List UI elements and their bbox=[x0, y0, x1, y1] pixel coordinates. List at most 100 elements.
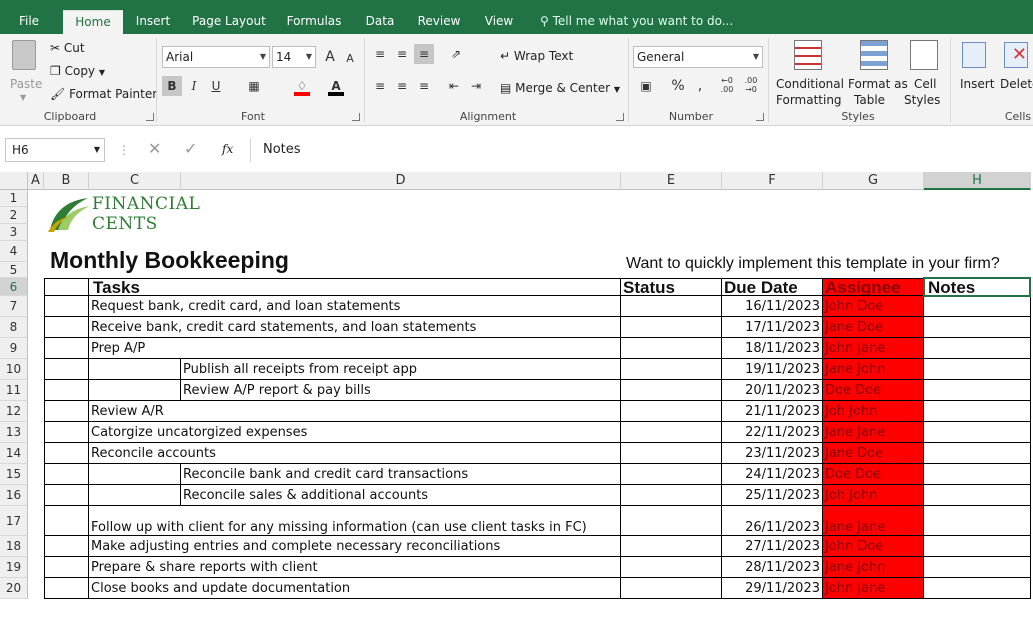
assignee-header[interactable]: Assignee bbox=[823, 278, 924, 296]
notes-cell[interactable] bbox=[924, 443, 1031, 464]
font-name-select[interactable]: Arial ▼ bbox=[162, 46, 270, 68]
row-blank-cell[interactable] bbox=[44, 422, 89, 443]
row-header-13[interactable]: 13 bbox=[0, 422, 28, 443]
fill-color-button[interactable]: ♢ bbox=[292, 76, 312, 96]
assignee-cell[interactable]: Jane Jane bbox=[823, 506, 924, 536]
bold-button[interactable]: B bbox=[162, 76, 182, 96]
tab-insert[interactable]: Insert bbox=[130, 10, 176, 34]
notes-cell[interactable] bbox=[924, 317, 1031, 338]
assignee-cell[interactable]: Jane Doe bbox=[823, 317, 924, 338]
column-header-b[interactable]: B bbox=[44, 172, 89, 190]
cancel-entry-icon[interactable]: ✕ bbox=[148, 141, 161, 157]
conditional-formatting-button[interactable]: Conditional Formatting bbox=[774, 38, 844, 108]
indent-cell[interactable] bbox=[89, 380, 181, 401]
status-cell[interactable] bbox=[621, 506, 722, 536]
notes-cell[interactable] bbox=[924, 557, 1031, 578]
select-all-corner[interactable] bbox=[0, 172, 28, 190]
column-header-c[interactable]: C bbox=[89, 172, 181, 190]
assignee-cell[interactable]: John Doe bbox=[823, 296, 924, 317]
row-header-16[interactable]: 16 bbox=[0, 485, 28, 506]
assignee-cell[interactable]: Joh John bbox=[823, 401, 924, 422]
confirm-entry-icon[interactable]: ✓ bbox=[184, 141, 197, 157]
row-blank-cell[interactable] bbox=[44, 317, 89, 338]
row-header-10[interactable]: 10 bbox=[0, 359, 28, 380]
tab-review[interactable]: Review bbox=[413, 10, 465, 34]
due-date-cell[interactable]: 26/11/2023 bbox=[722, 506, 823, 536]
tab-data[interactable]: Data bbox=[360, 10, 400, 34]
row-blank-cell[interactable] bbox=[44, 380, 89, 401]
notes-cell[interactable] bbox=[924, 380, 1031, 401]
notes-cell[interactable] bbox=[924, 422, 1031, 443]
assignee-cell[interactable]: Jane John bbox=[823, 557, 924, 578]
status-cell[interactable] bbox=[621, 578, 722, 599]
status-cell[interactable] bbox=[621, 485, 722, 506]
task-cell[interactable]: Make adjusting entries and complete nece… bbox=[89, 536, 621, 557]
row-blank-cell[interactable] bbox=[44, 557, 89, 578]
tab-file[interactable]: File bbox=[8, 10, 50, 34]
due-date-cell[interactable]: 22/11/2023 bbox=[722, 422, 823, 443]
orientation-icon[interactable]: ⇗ bbox=[446, 44, 466, 64]
status-cell[interactable] bbox=[621, 422, 722, 443]
indent-cell[interactable] bbox=[89, 359, 181, 380]
row-header-4[interactable]: 4 bbox=[0, 241, 28, 262]
status-cell[interactable] bbox=[621, 359, 722, 380]
notes-cell[interactable] bbox=[924, 578, 1031, 599]
font-color-button[interactable]: A bbox=[326, 76, 346, 96]
formula-input[interactable]: Notes bbox=[250, 138, 1033, 162]
dialog-launcher-icon[interactable] bbox=[146, 113, 154, 121]
promo-text[interactable]: Want to quickly implement this template … bbox=[624, 254, 1000, 274]
notes-cell[interactable] bbox=[924, 296, 1031, 317]
task-cell[interactable]: Publish all receipts from receipt app bbox=[181, 359, 621, 380]
task-cell[interactable]: Prep A/P bbox=[89, 338, 621, 359]
indent-cell[interactable] bbox=[89, 464, 181, 485]
row-blank-cell[interactable] bbox=[44, 401, 89, 422]
row-blank-cell[interactable] bbox=[44, 338, 89, 359]
assignee-cell[interactable]: Joh John bbox=[823, 485, 924, 506]
task-cell[interactable]: Review A/P report & pay bills bbox=[181, 380, 621, 401]
row-header-18[interactable]: 18 bbox=[0, 536, 28, 557]
due-date-cell[interactable]: 18/11/2023 bbox=[722, 338, 823, 359]
notes-cell[interactable] bbox=[924, 485, 1031, 506]
column-header-d[interactable]: D bbox=[181, 172, 621, 190]
format-painter-button[interactable]: 🖌 Format Painter bbox=[50, 86, 157, 102]
assignee-cell[interactable]: John Jane bbox=[823, 338, 924, 359]
assignee-cell[interactable]: Jane John bbox=[823, 359, 924, 380]
row-header-12[interactable]: 12 bbox=[0, 401, 28, 422]
due-date-cell[interactable]: 23/11/2023 bbox=[722, 443, 823, 464]
status-header[interactable]: Status bbox=[621, 278, 722, 296]
row-blank-cell[interactable] bbox=[44, 506, 89, 536]
notes-cell[interactable] bbox=[924, 506, 1031, 536]
assignee-cell[interactable]: Doe Doe bbox=[823, 380, 924, 401]
row-blank-cell[interactable] bbox=[44, 296, 89, 317]
status-cell[interactable] bbox=[621, 296, 722, 317]
notes-cell[interactable] bbox=[924, 464, 1031, 485]
status-cell[interactable] bbox=[621, 338, 722, 359]
status-cell[interactable] bbox=[621, 401, 722, 422]
comma-button[interactable]: , bbox=[690, 76, 710, 96]
column-header-a[interactable]: A bbox=[28, 172, 44, 190]
status-cell[interactable] bbox=[621, 380, 722, 401]
tab-home[interactable]: Home bbox=[63, 10, 123, 34]
increase-decimal-button[interactable]: ←0 .00 bbox=[716, 76, 738, 96]
percent-button[interactable]: % bbox=[668, 76, 688, 96]
task-cell[interactable]: Review A/R bbox=[89, 401, 621, 422]
assignee-cell[interactable]: Jane Doe bbox=[823, 443, 924, 464]
task-cell[interactable]: Reconcile accounts bbox=[89, 443, 621, 464]
tab-formulas[interactable]: Formulas bbox=[282, 10, 346, 34]
grow-font-button[interactable]: A bbox=[320, 47, 340, 67]
tell-me-box[interactable]: ⚲ Tell me what you want to do... bbox=[540, 10, 733, 32]
insert-cells-button[interactable]: Insert bbox=[956, 38, 994, 108]
row-header-14[interactable]: 14 bbox=[0, 443, 28, 464]
delete-cells-button[interactable]: ✕ Delete bbox=[998, 38, 1033, 108]
notes-cell[interactable] bbox=[924, 401, 1031, 422]
align-middle-icon[interactable]: ≡ bbox=[392, 44, 412, 64]
column-header-g[interactable]: G bbox=[823, 172, 924, 190]
align-bottom-icon[interactable]: ≡ bbox=[414, 44, 434, 64]
align-center-icon[interactable]: ≡ bbox=[392, 76, 412, 96]
italic-button[interactable]: I bbox=[184, 76, 204, 96]
row-header-7[interactable]: 7 bbox=[0, 296, 28, 317]
decrease-decimal-button[interactable]: .00 →0 bbox=[740, 76, 762, 96]
increase-indent-icon[interactable]: ⇥ bbox=[466, 76, 486, 96]
row-header-5[interactable]: 5 bbox=[0, 262, 28, 278]
column-header-f[interactable]: F bbox=[722, 172, 823, 190]
